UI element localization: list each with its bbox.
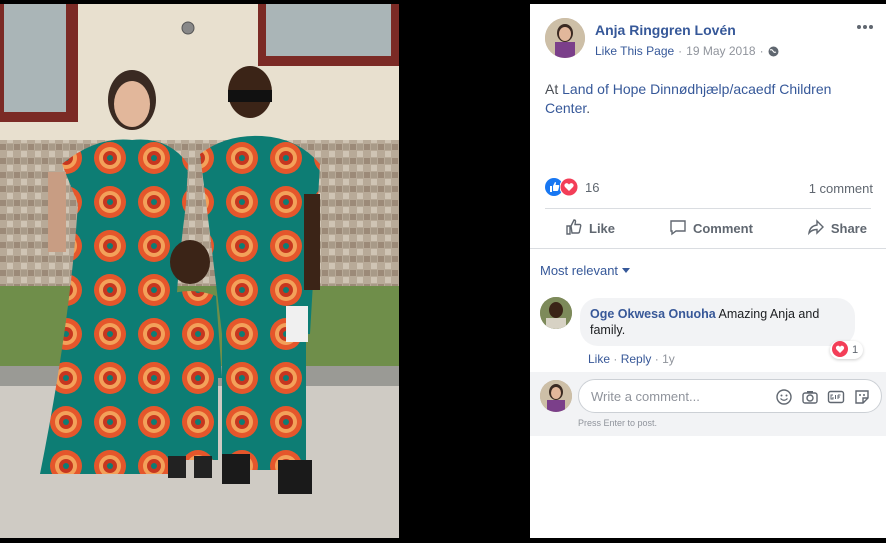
commenter-name[interactable]: Oge Okwesa Onuoha: [590, 307, 716, 321]
comment-age[interactable]: 1y: [662, 352, 675, 366]
globe-icon[interactable]: [768, 46, 779, 57]
comment-filter-label: Most relevant: [540, 263, 619, 278]
comment-icon: [669, 218, 687, 239]
chevron-down-icon: [622, 268, 631, 273]
comment-actions: Like · Reply · 1y: [588, 352, 675, 366]
commenter-avatar[interactable]: [540, 297, 572, 329]
post-meta: Like This Page · 19 May 2018 ·: [595, 44, 779, 58]
like-label: Like: [589, 220, 616, 236]
divider-top: [545, 208, 871, 209]
post-text-suffix: .: [586, 100, 591, 116]
viewer-stage: Anja Ringgren Lovén Like This Page · 19 …: [0, 0, 886, 543]
post-actions: Like Comment Share: [545, 210, 871, 246]
camera-icon[interactable]: [801, 388, 819, 406]
comment-reply-link[interactable]: Reply: [621, 352, 652, 366]
share-button[interactable]: Share: [807, 218, 867, 239]
post-text-prefix: At: [545, 81, 563, 97]
reactions-summary[interactable]: 16 1 comment: [545, 177, 875, 201]
gif-icon[interactable]: [827, 388, 845, 406]
composer-icons: [775, 388, 871, 406]
comment-composer: Write a comment... Press Enter to post.: [530, 372, 886, 436]
comment-item: Oge Okwesa Onuoha Amazing Anja and famil…: [540, 297, 876, 366]
meta-separator-2: ·: [759, 44, 764, 58]
divider-bottom: [530, 248, 886, 249]
like-page-link[interactable]: Like This Page: [595, 44, 674, 58]
share-label: Share: [830, 220, 867, 236]
thumbs-up-icon: [565, 218, 583, 239]
comments-count[interactable]: 1 comment: [809, 181, 873, 196]
author-name[interactable]: Anja Ringgren Lovén: [595, 22, 736, 38]
comment-placeholder: Write a comment...: [591, 389, 700, 404]
viewer-avatar: [540, 380, 572, 412]
more-icon[interactable]: [855, 20, 875, 34]
meta-separator: ·: [678, 44, 683, 58]
composer-hint: Press Enter to post.: [578, 418, 658, 428]
post-panel: Anja Ringgren Lovén Like This Page · 19 …: [530, 4, 886, 538]
author-avatar[interactable]: [545, 18, 585, 58]
comment-reaction-count: 1: [852, 344, 859, 356]
comment-filter[interactable]: Most relevant: [540, 263, 631, 278]
emoji-icon[interactable]: [775, 388, 793, 406]
comment-reaction-badge[interactable]: 1: [830, 340, 864, 360]
sticker-icon[interactable]: [853, 388, 871, 406]
like-button[interactable]: Like: [565, 218, 615, 239]
share-icon: [807, 218, 825, 239]
comment-dot: ·: [613, 352, 618, 366]
comment-input[interactable]: Write a comment...: [578, 379, 882, 413]
love-reaction-icon: [559, 177, 579, 201]
comment-like-link[interactable]: Like: [588, 352, 610, 366]
comment-dot-2: ·: [654, 352, 659, 366]
comment-button[interactable]: Comment: [669, 218, 753, 239]
reaction-icons: [545, 177, 579, 201]
post-header: Anja Ringgren Lovén Like This Page · 19 …: [545, 18, 875, 62]
comment-label: Comment: [692, 220, 753, 236]
post-text: At Land of Hope Dinnødhjælp/acaedf Child…: [545, 80, 865, 118]
reaction-count[interactable]: 16: [585, 180, 599, 195]
love-reaction-icon: [832, 340, 848, 360]
comment-bubble: Oge Okwesa Onuoha Amazing Anja and famil…: [580, 298, 855, 346]
post-date[interactable]: 19 May 2018: [686, 44, 755, 58]
post-photo[interactable]: [0, 4, 399, 538]
